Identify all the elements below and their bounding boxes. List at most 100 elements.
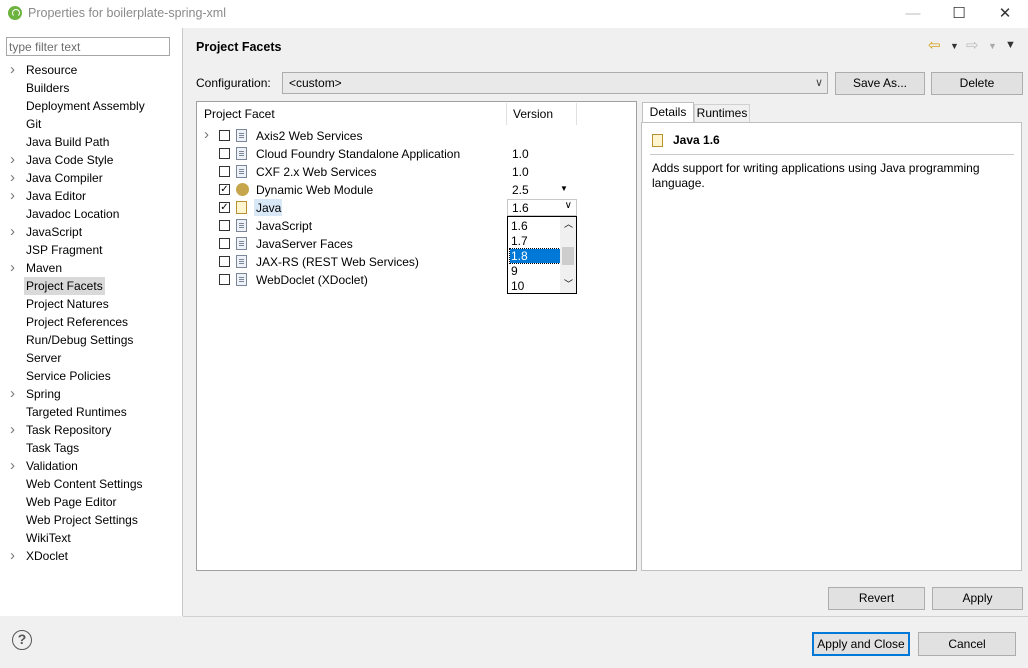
dropdown-icon[interactable]: ▼ [950, 41, 959, 57]
column-header-version[interactable]: Version [513, 107, 553, 121]
details-description: Adds support for writing applications us… [652, 161, 980, 190]
chevron-right-icon[interactable]: › [10, 385, 20, 403]
version-option[interactable]: 10 [510, 279, 560, 293]
chevron-right-icon[interactable]: › [10, 421, 20, 439]
tree-item[interactable]: Java Compiler [26, 169, 103, 187]
tree-item[interactable]: Project Natures [26, 295, 109, 313]
help-icon[interactable]: ? [12, 630, 32, 650]
chevron-right-icon[interactable]: › [10, 151, 20, 169]
apply-button[interactable]: Apply [932, 587, 1023, 610]
tree-item[interactable]: Task Tags [26, 439, 79, 457]
chevron-right-icon[interactable]: › [10, 457, 20, 475]
facet-name[interactable]: CXF 2.x Web Services [256, 165, 376, 179]
tree-item[interactable]: Web Content Settings [26, 475, 143, 493]
pane-divider[interactable] [182, 28, 183, 616]
tree-item[interactable]: Builders [26, 79, 69, 97]
minimize-button[interactable]: — [890, 0, 936, 28]
tree-item[interactable]: Web Project Settings [26, 511, 138, 529]
cancel-button[interactable]: Cancel [918, 632, 1016, 656]
version-option[interactable]: 9 [510, 264, 560, 278]
facet-checkbox[interactable] [219, 220, 230, 231]
tree-item[interactable]: XDoclet [26, 547, 68, 565]
apply-and-close-button[interactable]: Apply and Close [812, 632, 910, 656]
chevron-right-icon[interactable]: › [10, 169, 20, 187]
forward-arrow-icon[interactable]: ⇨ [966, 36, 979, 54]
scroll-down-icon[interactable]: ﹀ [564, 277, 573, 290]
close-button[interactable]: ✕ [982, 0, 1028, 28]
column-divider[interactable] [506, 103, 507, 125]
tree-item[interactable]: Java Editor [26, 187, 86, 205]
configuration-select[interactable]: <custom> ∨ [282, 72, 828, 94]
revert-button[interactable]: Revert [828, 587, 925, 610]
version-option[interactable]: 1.8 [509, 248, 561, 264]
tree-item[interactable]: Deployment Assembly [26, 97, 145, 115]
facet-version[interactable]: 1.0 [512, 165, 529, 179]
chevron-right-icon[interactable]: › [10, 187, 20, 205]
tab-details[interactable]: Details [642, 102, 694, 122]
tree-item[interactable]: WikiText [26, 529, 71, 547]
facet-name[interactable]: JavaServer Faces [256, 237, 353, 251]
tree-item[interactable]: Service Policies [26, 367, 111, 385]
tree-item[interactable]: Web Page Editor [26, 493, 117, 511]
tree-item[interactable]: Java Code Style [26, 151, 113, 169]
divider [183, 616, 1028, 617]
maximize-button[interactable]: ☐ [936, 0, 982, 28]
tree-item[interactable]: JavaScript [26, 223, 82, 241]
scrollbar-thumb[interactable] [562, 247, 574, 265]
facet-checkbox[interactable] [219, 148, 230, 159]
tree-item[interactable]: Server [26, 349, 61, 367]
filter-input[interactable] [6, 37, 170, 56]
facet-checkbox[interactable] [219, 238, 230, 249]
back-arrow-icon[interactable]: ⇦ [928, 36, 941, 54]
version-option[interactable]: 1.6 [510, 219, 560, 233]
delete-button[interactable]: Delete [931, 72, 1023, 95]
tree-item[interactable]: Project Facets [24, 277, 105, 295]
tree-item[interactable]: Java Build Path [26, 133, 109, 151]
save-as-button[interactable]: Save As... [835, 72, 925, 95]
facet-name[interactable]: JAX-RS (REST Web Services) [256, 255, 419, 269]
tree-item[interactable]: JSP Fragment [26, 241, 102, 259]
tree-item[interactable]: Task Repository [26, 421, 111, 439]
dropdown-icon[interactable]: ▼ [560, 184, 568, 193]
chevron-right-icon[interactable]: › [204, 126, 209, 143]
tree-item[interactable]: Run/Debug Settings [26, 331, 133, 349]
facet-checkbox[interactable] [219, 256, 230, 267]
tab-runtimes[interactable]: Runtimes [694, 104, 750, 122]
java-version-select[interactable]: 1.6 ∨ [507, 199, 577, 216]
chevron-right-icon[interactable]: › [10, 61, 20, 79]
dropdown-icon[interactable]: ▼ [988, 41, 997, 57]
tree-item[interactable]: Maven [26, 259, 62, 277]
facet-checkbox[interactable] [219, 274, 230, 285]
facet-name[interactable]: WebDoclet (XDoclet) [256, 273, 368, 287]
version-option[interactable]: 1.7 [510, 234, 560, 248]
tree-item[interactable]: Git [26, 115, 41, 133]
facet-checkbox[interactable] [219, 166, 230, 177]
facet-checkbox[interactable] [219, 130, 230, 141]
view-menu-icon[interactable]: ▼ [1005, 39, 1016, 55]
facet-name[interactable]: Dynamic Web Module [256, 183, 373, 197]
tree-item[interactable]: Spring [26, 385, 61, 403]
column-header-facet[interactable]: Project Facet [204, 107, 275, 121]
tree-item[interactable]: Targeted Runtimes [26, 403, 127, 421]
facet-version[interactable]: 2.5 [512, 183, 529, 197]
chevron-right-icon[interactable]: › [10, 259, 20, 277]
scroll-up-icon[interactable]: ︿ [564, 217, 573, 230]
facet-name[interactable]: Cloud Foundry Standalone Application [256, 147, 460, 161]
column-divider[interactable] [576, 103, 577, 125]
tree-item[interactable]: Javadoc Location [26, 205, 119, 223]
tree-item[interactable]: Resource [26, 61, 77, 79]
facet-version[interactable]: 1.0 [512, 147, 529, 161]
tree-item[interactable]: Project References [26, 313, 128, 331]
facet-name[interactable]: Java [256, 201, 281, 215]
facet-name[interactable]: JavaScript [256, 219, 312, 233]
facet-checkbox[interactable]: ✓ [219, 202, 230, 213]
scrollbar[interactable]: ︿ ﹀ [560, 217, 576, 293]
version-dropdown-list[interactable]: 1.6 1.7 1.8 9 10 ︿ ﹀ [507, 216, 577, 294]
tree-item[interactable]: Validation [26, 457, 78, 475]
chevron-right-icon[interactable]: › [10, 223, 20, 241]
facet-checkbox[interactable]: ✓ [219, 184, 230, 195]
configuration-label: Configuration: [196, 76, 271, 90]
chevron-right-icon[interactable]: › [10, 547, 20, 565]
window-title: Properties for boilerplate-spring-xml [28, 6, 226, 20]
facet-name[interactable]: Axis2 Web Services [256, 129, 362, 143]
